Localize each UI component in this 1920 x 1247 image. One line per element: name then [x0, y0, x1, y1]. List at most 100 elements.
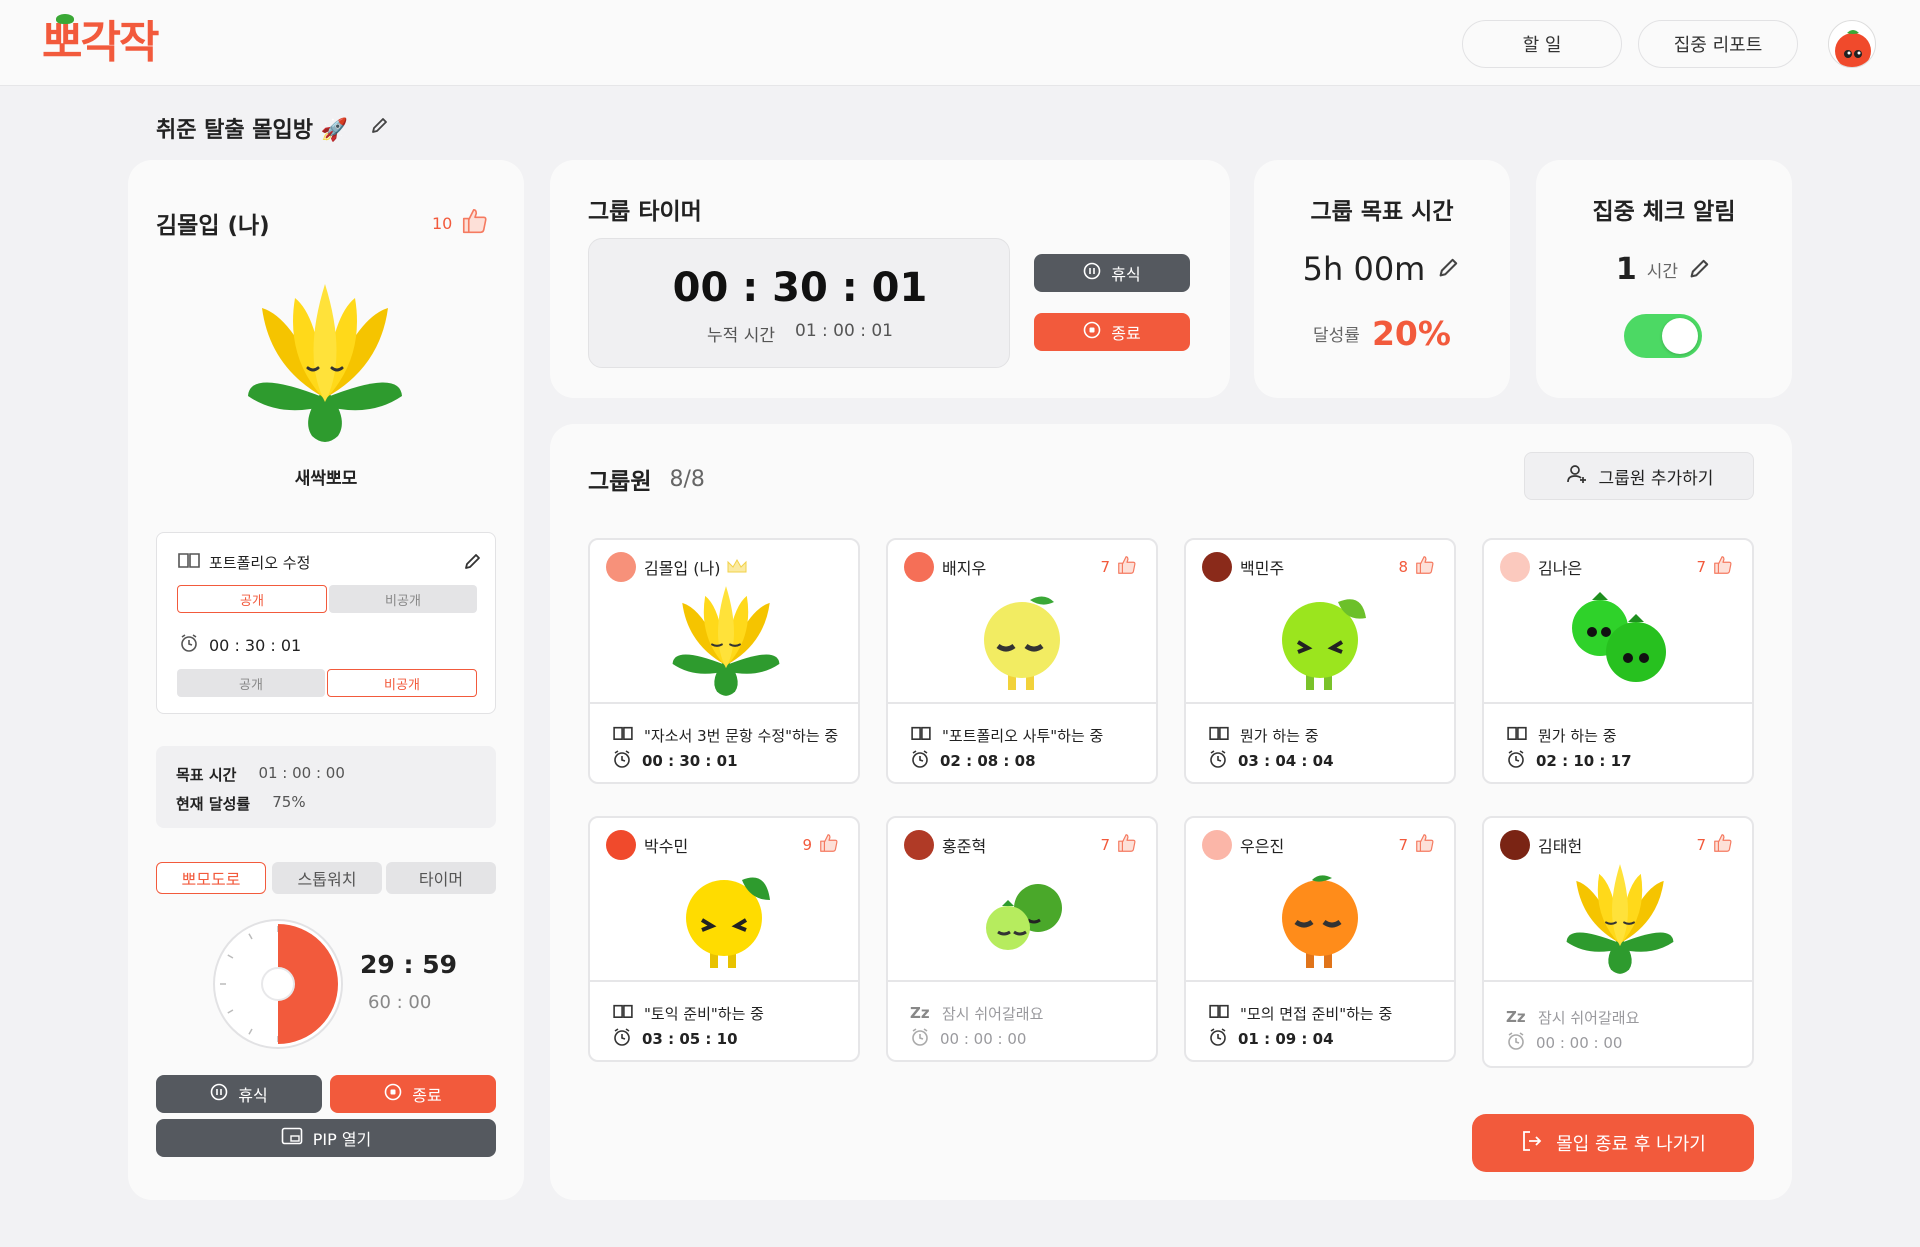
member-likes-count: 7 — [1696, 836, 1706, 854]
tab-pomodoro[interactable]: 뽀모도로 — [156, 862, 266, 894]
member-name: 박수민 — [644, 837, 689, 856]
member-card[interactable]: 배지우 7 "포트폴리오 사투"하는 중 02 : 08 : 08 — [886, 538, 1158, 784]
member-time-row: 00 : 00 : 00 — [1506, 1030, 1752, 1056]
goal-label: 목표 시간 — [176, 766, 237, 784]
my-profile-panel: 김몰입 (나) 10 새싹뽀모 포트폴리오 수정 공개 비공개 00: 30 … — [128, 160, 524, 1200]
focus-report-button[interactable]: 집중 리포트 — [1638, 20, 1798, 68]
time-visibility-toggle[interactable]: 공개 비공개 — [177, 669, 477, 697]
thumbs-up-icon — [1414, 832, 1436, 858]
crown-icon — [726, 558, 748, 578]
member-avatar — [1202, 830, 1232, 860]
member-likes[interactable]: 9 — [802, 832, 840, 858]
edit-goal-icon[interactable] — [1437, 255, 1461, 283]
member-activity: 뭔가 하는 중 — [1538, 726, 1617, 745]
add-member-label: 그룹원 추가하기 — [1598, 468, 1714, 489]
member-activity-row: "토익 준비"하는 중 — [612, 1000, 858, 1026]
group-end-button[interactable]: 종료 — [1034, 313, 1190, 351]
room-title: 취준 탈출 몰입방 🚀 — [156, 112, 390, 144]
alarm-clock-icon — [612, 1027, 632, 1051]
member-character — [964, 860, 1084, 978]
focus-alarm-value: 1 — [1615, 252, 1637, 287]
member-activity-row: "자소서 3번 문항 수정"하는 중 — [612, 722, 858, 748]
member-card[interactable]: 우은진 7 "모의 면접 준비"하는 중 01 : 09 : 04 — [1184, 816, 1456, 1062]
members-header: 그룹원 8/8 — [588, 462, 705, 496]
member-card[interactable]: 김태헌 7 Zz 잠시 쉬어갈래요 00 : 00 : 00 — [1482, 816, 1754, 1068]
rate-value: 75% — [272, 793, 306, 811]
app-logo[interactable]: 뽀각작 — [42, 14, 159, 66]
my-rest-button[interactable]: 휴식 — [156, 1075, 322, 1113]
member-likes[interactable]: 7 — [1696, 554, 1734, 580]
member-likes-count: 8 — [1398, 558, 1408, 576]
member-card[interactable]: 홍준혁 7 Zz 잠시 쉬어갈래요 00 : 00 : 00 — [886, 816, 1158, 1062]
edit-room-title-icon[interactable] — [370, 115, 390, 141]
member-activity: 잠시 쉬어갈래요 — [1538, 1008, 1640, 1027]
exit-button[interactable]: 몰입 종료 후 나가기 — [1472, 1114, 1754, 1172]
book-icon — [1506, 725, 1528, 745]
pip-open-button[interactable]: PIP 열기 — [156, 1119, 496, 1157]
book-icon — [612, 1003, 634, 1023]
member-time: 03 : 05 : 10 — [642, 1030, 738, 1048]
member-card-top: 김태헌 7 — [1484, 818, 1752, 982]
profile-likes[interactable]: 10 — [432, 206, 490, 240]
member-likes[interactable]: 8 — [1398, 554, 1436, 580]
my-end-button[interactable]: 종료 — [330, 1075, 496, 1113]
pomodoro-total: 60 : 00 — [368, 992, 432, 1013]
member-time-row: 03 : 05 : 10 — [612, 1026, 858, 1052]
focus-alarm-toggle[interactable] — [1624, 314, 1702, 358]
group-goal-value-row: 5h 00m — [1254, 250, 1510, 288]
exit-label: 몰입 종료 후 나가기 — [1556, 1134, 1706, 1155]
member-likes[interactable]: 7 — [1100, 554, 1138, 580]
member-activity: 잠시 쉬어갈래요 — [942, 1004, 1044, 1023]
tab-stopwatch[interactable]: 스톱워치 — [272, 862, 382, 894]
cumulative-time-row: 누적 시간 01 : 00 : 01 — [589, 321, 1011, 346]
edit-alarm-icon[interactable] — [1688, 256, 1712, 284]
alarm-clock-icon — [1506, 749, 1526, 773]
focus-alarm-title: 집중 체크 알림 — [1592, 199, 1736, 225]
member-status: "모의 면접 준비"하는 중 01 : 09 : 04 — [1186, 982, 1454, 1052]
time-private-option[interactable]: 비공개 — [327, 669, 477, 697]
member-status: Zz 잠시 쉬어갈래요 00 : 00 : 00 — [1484, 982, 1752, 1056]
top-header: 뽀각작 할 일 집중 리포트 — [0, 0, 1920, 86]
my-rest-label: 휴식 — [238, 1086, 268, 1105]
member-time: 02 : 08 : 08 — [940, 752, 1036, 770]
member-likes[interactable]: 7 — [1398, 832, 1436, 858]
member-card-top: 배지우 7 — [888, 540, 1156, 704]
member-avatar — [606, 830, 636, 860]
member-character — [666, 582, 786, 700]
alarm-clock-icon — [910, 749, 930, 773]
task-private-option[interactable]: 비공개 — [329, 585, 477, 613]
member-avatar — [1202, 552, 1232, 582]
time-public-option[interactable]: 공개 — [177, 669, 325, 697]
group-rest-button[interactable]: 휴식 — [1034, 254, 1190, 292]
member-name: 김나은 — [1538, 559, 1583, 578]
group-rate-value: 20% — [1371, 314, 1451, 353]
tab-timer[interactable]: 타이머 — [386, 862, 496, 894]
member-activity: "포트폴리오 사투"하는 중 — [942, 726, 1104, 745]
member-card[interactable]: 김몰입 (나) "자소서 3번 문항 수정"하는 중 00 : 30 : 01 — [588, 538, 860, 784]
book-icon — [910, 725, 932, 745]
member-card[interactable]: 박수민 9 "토익 준비"하는 중 03 : 05 : 10 — [588, 816, 860, 1062]
add-member-button[interactable]: 그룹원 추가하기 — [1524, 452, 1754, 500]
member-likes-count: 7 — [1100, 836, 1110, 854]
my-task-box: 포트폴리오 수정 공개 비공개 00 : 30 : 01 공개 비공개 — [156, 532, 496, 714]
group-goal-value: 5h 00m — [1302, 250, 1426, 288]
book-icon — [612, 725, 634, 745]
user-avatar[interactable] — [1828, 20, 1876, 68]
group-goal-panel: 그룹 목표 시간 5h 00m 달성률 20% — [1254, 160, 1510, 398]
group-members-panel: 그룹원 8/8 그룹원 추가하기 김몰입 (나) "자소서 3번 문항 수정"하… — [550, 424, 1792, 1200]
group-rest-label: 휴식 — [1111, 265, 1141, 284]
todo-button[interactable]: 할 일 — [1462, 20, 1622, 68]
task-visibility-toggle[interactable]: 공개 비공개 — [177, 585, 477, 613]
member-card[interactable]: 김나은 7 뭔가 하는 중 02 : 10 : 17 — [1482, 538, 1754, 784]
member-time: 01 : 09 : 04 — [1238, 1030, 1334, 1048]
member-likes[interactable]: 7 — [1100, 832, 1138, 858]
edit-task-icon[interactable] — [463, 551, 483, 575]
member-card[interactable]: 백민주 8 뭔가 하는 중 03 : 04 : 04 — [1184, 538, 1456, 784]
member-avatar — [904, 552, 934, 582]
group-timer-panel: 그룹 타이머 00 : 30 : 01 누적 시간 01 : 00 : 01 휴… — [550, 160, 1230, 398]
task-public-option[interactable]: 공개 — [177, 585, 327, 613]
member-likes[interactable]: 7 — [1696, 832, 1734, 858]
goal-value: 01 : 00 : 00 — [258, 764, 345, 782]
group-rate-label: 달성률 — [1313, 326, 1360, 346]
alarm-clock-icon — [1208, 749, 1228, 773]
